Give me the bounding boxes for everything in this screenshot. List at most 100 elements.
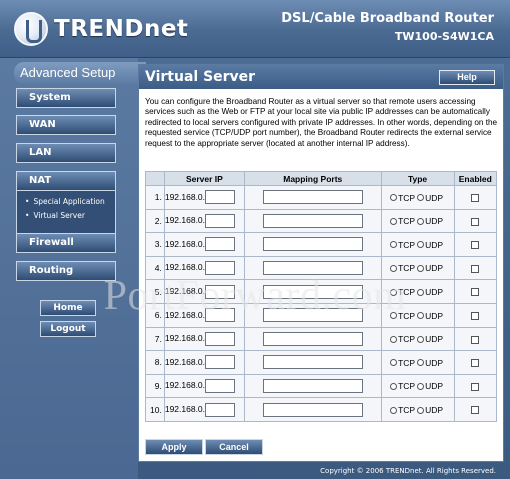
tcp-radio[interactable]	[390, 264, 398, 272]
apply-button[interactable]: Apply	[145, 439, 203, 455]
udp-label: UDP	[425, 381, 444, 392]
tcp-radio[interactable]	[390, 312, 398, 320]
subitem-special-application[interactable]: Special Application	[25, 197, 104, 206]
sidebar-item-nat[interactable]: NAT	[16, 171, 116, 191]
sidebar-item-firewall[interactable]: Firewall	[16, 233, 116, 253]
mapping-ports-input[interactable]	[262, 237, 363, 252]
mapping-ports-input[interactable]	[262, 284, 363, 299]
row-number: 10.	[145, 397, 165, 422]
enabled-cell	[453, 255, 498, 281]
tcp-radio[interactable]	[390, 359, 398, 367]
enabled-cell	[453, 185, 498, 210]
tcp-radio[interactable]	[390, 217, 398, 225]
logout-button[interactable]: Logout	[40, 321, 96, 337]
server-ip-input[interactable]	[204, 355, 235, 370]
enabled-checkbox[interactable]	[471, 241, 480, 250]
server-ip-input[interactable]	[204, 308, 235, 323]
row-number: 7.	[145, 326, 165, 352]
mapping-ports-input[interactable]	[262, 190, 363, 205]
product-title: DSL/Cable Broadband Router	[281, 11, 494, 26]
ip-prefix: 192.168.0.	[164, 333, 206, 344]
mapping-ports-input[interactable]	[262, 261, 363, 276]
row-number: 3.	[145, 232, 165, 257]
cancel-button[interactable]: Cancel	[205, 439, 263, 455]
udp-radio[interactable]	[417, 406, 425, 414]
server-ip-cell: 192.168.0.	[163, 350, 245, 375]
sidebar-item-lan[interactable]: LAN	[16, 143, 116, 163]
udp-radio[interactable]	[417, 241, 425, 249]
ip-prefix: 192.168.0.	[164, 380, 206, 391]
home-button[interactable]: Home	[40, 300, 96, 316]
page-title: Virtual Server	[145, 69, 256, 85]
mapping-ports-input[interactable]	[262, 213, 363, 228]
udp-radio[interactable]	[417, 217, 425, 225]
help-button[interactable]: Help	[439, 70, 495, 85]
page-frame: TRENDnet DSL/Cable Broadband Router TW10…	[0, 0, 510, 479]
header-type: Type	[380, 171, 455, 186]
mapping-ports-input[interactable]	[262, 379, 363, 394]
enabled-checkbox[interactable]	[471, 217, 480, 226]
row-number: 9.	[145, 373, 165, 399]
udp-radio[interactable]	[417, 359, 425, 367]
header-number	[145, 171, 165, 186]
mapping-ports-input[interactable]	[262, 308, 363, 323]
mapping-ports-cell	[243, 302, 382, 328]
tcp-label: TCP	[398, 357, 416, 368]
enabled-checkbox[interactable]	[471, 194, 480, 203]
udp-radio[interactable]	[417, 264, 425, 272]
tcp-radio[interactable]	[390, 241, 398, 249]
udp-radio[interactable]	[417, 194, 425, 202]
udp-radio[interactable]	[417, 382, 425, 390]
tcp-radio[interactable]	[390, 335, 398, 343]
udp-radio[interactable]	[417, 288, 425, 296]
mapping-ports-input[interactable]	[262, 355, 363, 370]
tcp-radio[interactable]	[390, 406, 398, 414]
mapping-ports-cell	[243, 185, 382, 210]
enabled-checkbox[interactable]	[471, 288, 480, 297]
type-cell: TCP UDP	[380, 279, 455, 304]
intro-text: You can configure the Broadband Router a…	[145, 97, 498, 148]
sidebar-item-system[interactable]: System	[16, 88, 116, 108]
server-ip-cell: 192.168.0.	[163, 255, 245, 281]
udp-radio[interactable]	[417, 335, 425, 343]
enabled-checkbox[interactable]	[471, 335, 480, 344]
table-row: 10. 192.168.0. TCP UDP	[145, 397, 498, 422]
enabled-checkbox[interactable]	[471, 312, 480, 321]
server-ip-input[interactable]	[204, 331, 235, 346]
server-ip-input[interactable]	[204, 284, 235, 299]
tcp-label: TCP	[398, 239, 416, 250]
tcp-radio[interactable]	[390, 382, 398, 390]
subitem-virtual-server[interactable]: Virtual Server	[25, 211, 85, 220]
sidebar-item-wan[interactable]: WAN	[16, 115, 116, 135]
enabled-checkbox[interactable]	[471, 264, 480, 273]
mapping-ports-input[interactable]	[262, 402, 363, 417]
ip-prefix: 192.168.0.	[164, 262, 206, 273]
udp-label: UDP	[425, 405, 444, 416]
server-ip-input[interactable]	[204, 237, 235, 252]
enabled-cell	[453, 326, 498, 352]
mapping-ports-input[interactable]	[262, 331, 363, 346]
udp-label: UDP	[425, 357, 444, 368]
server-ip-input[interactable]	[204, 402, 235, 417]
server-ip-cell: 192.168.0.	[163, 279, 245, 304]
brand-logo-text: TRENDnet	[54, 16, 189, 42]
server-ip-input[interactable]	[204, 213, 235, 228]
tcp-radio[interactable]	[390, 194, 398, 202]
mapping-ports-cell	[243, 279, 382, 304]
row-number: 4.	[145, 255, 165, 281]
server-ip-input[interactable]	[204, 190, 235, 205]
server-ip-input[interactable]	[204, 261, 235, 276]
enabled-checkbox[interactable]	[471, 359, 480, 368]
type-cell: TCP UDP	[380, 255, 455, 281]
tcp-radio[interactable]	[390, 288, 398, 296]
mapping-ports-cell	[243, 326, 382, 352]
udp-radio[interactable]	[417, 312, 425, 320]
type-cell: TCP UDP	[380, 326, 455, 352]
trendnet-logo-icon	[14, 12, 48, 46]
server-ip-input[interactable]	[204, 379, 235, 394]
sidebar-item-routing[interactable]: Routing	[16, 261, 116, 281]
enabled-checkbox[interactable]	[471, 406, 480, 415]
enabled-checkbox[interactable]	[471, 382, 480, 391]
server-ip-cell: 192.168.0.	[163, 208, 245, 234]
copyright-text: Copyright © 2006 TRENDnet. All Rights Re…	[320, 467, 496, 475]
